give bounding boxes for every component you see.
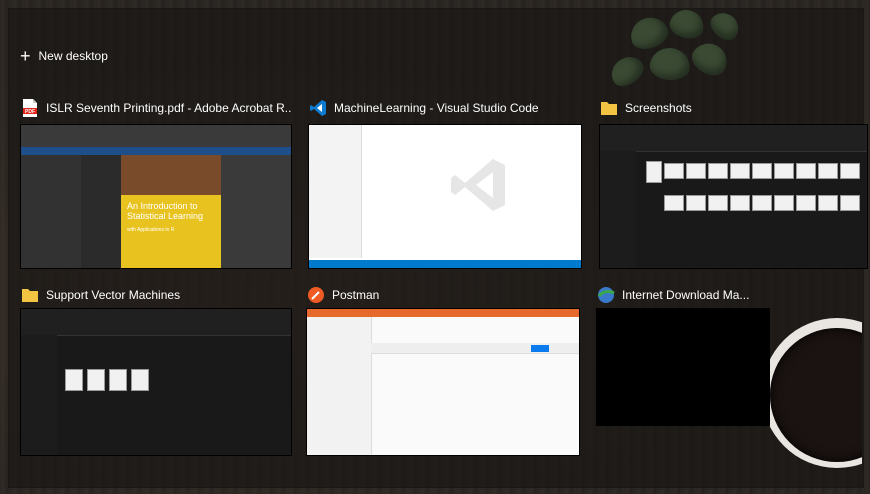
window-acrobat[interactable]: PDF ISLR Seventh Printing.pdf - Adobe Ac… (20, 97, 292, 269)
postman-icon (306, 285, 326, 305)
window-support-vector-machines[interactable]: Support Vector Machines (20, 284, 292, 456)
window-title: MachineLearning - Visual Studio Code (334, 101, 539, 115)
new-desktop-button[interactable]: + New desktop (20, 46, 108, 66)
window-title-bar[interactable]: Internet Download Ma... (596, 284, 770, 306)
postman-thumbnail[interactable] (306, 308, 580, 456)
coffee-mug-decoration (762, 318, 862, 486)
vscode-thumbnail[interactable] (308, 124, 582, 269)
window-title-bar[interactable]: Postman (306, 284, 580, 306)
new-desktop-label: New desktop (38, 49, 108, 63)
window-title-bar[interactable]: PDF ISLR Seventh Printing.pdf - Adobe Ac… (20, 97, 292, 119)
window-title-bar[interactable]: Screenshots (599, 97, 868, 119)
plus-icon: + (20, 46, 31, 66)
window-title: Support Vector Machines (46, 288, 181, 302)
svm-folder-thumbnail[interactable] (20, 308, 292, 456)
acrobat-thumbnail[interactable]: An Introduction to Statistical Learning … (20, 124, 292, 269)
window-title-bar[interactable]: MachineLearning - Visual Studio Code (308, 97, 582, 119)
book-subtitle: with Applications in R (127, 227, 175, 233)
window-vscode[interactable]: MachineLearning - Visual Studio Code (308, 97, 582, 269)
screenshots-thumbnail[interactable] (599, 124, 868, 269)
window-title: ISLR Seventh Printing.pdf - Adobe Acroba… (46, 101, 292, 115)
folder-icon (20, 285, 40, 305)
folder-icon (599, 98, 619, 118)
plant-decoration (600, 8, 750, 103)
vscode-watermark-icon (451, 159, 505, 211)
book-title: An Introduction to Statistical Learning (127, 201, 204, 221)
acrobat-pdf-icon: PDF (20, 98, 40, 118)
window-title: Internet Download Ma... (622, 288, 750, 302)
window-title-bar[interactable]: Support Vector Machines (20, 284, 292, 306)
window-title: Screenshots (625, 101, 692, 115)
window-internet-download-manager[interactable]: Internet Download Ma... (596, 284, 770, 426)
idm-thumbnail[interactable] (596, 308, 770, 426)
svg-text:PDF: PDF (25, 109, 35, 115)
window-title: Postman (332, 288, 380, 302)
window-screenshots[interactable]: Screenshots (599, 97, 868, 269)
vscode-icon (308, 98, 328, 118)
window-postman[interactable]: Postman (306, 284, 580, 456)
idm-icon (596, 285, 616, 305)
